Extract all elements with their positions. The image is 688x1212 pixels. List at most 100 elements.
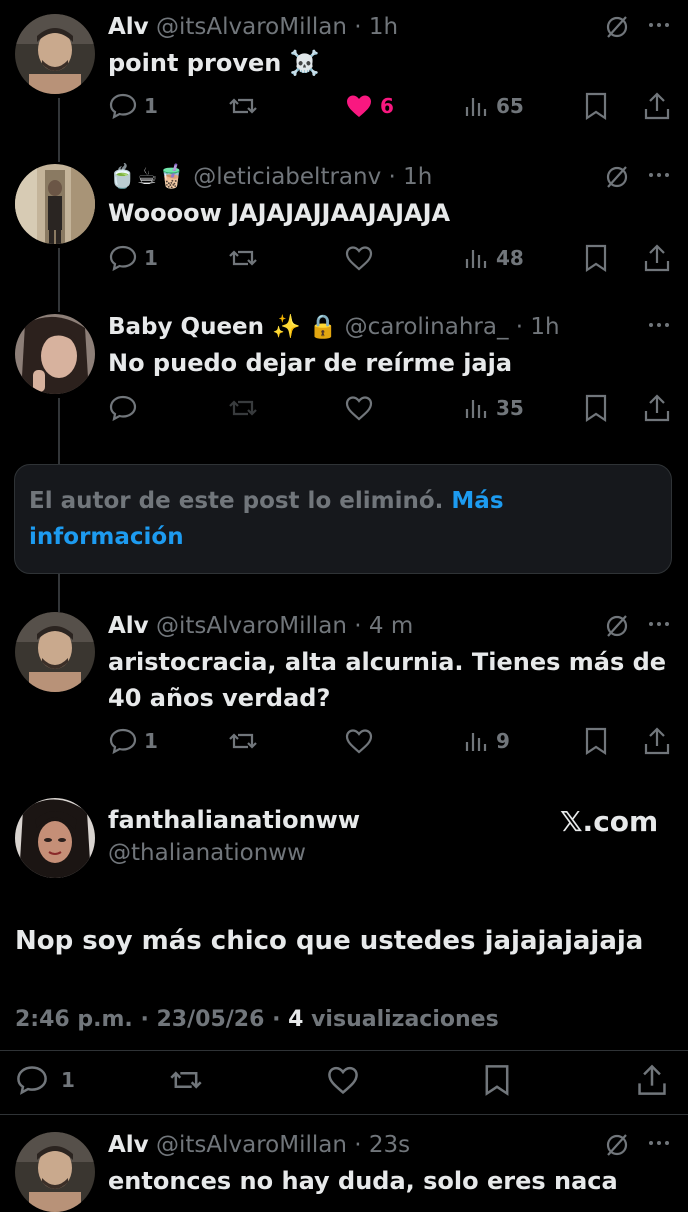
author-handle[interactable]: @itsAlvaroMillan [156,613,347,639]
post-time[interactable]: 23s [369,1132,410,1158]
reply-button[interactable]: 1 [108,238,158,278]
like-button[interactable]: 6 [344,86,394,126]
more-icon[interactable] [646,611,672,641]
post-date[interactable]: 23/05/26 [156,1007,264,1032]
post-time[interactable]: 1h [530,314,559,340]
bookmark-button[interactable] [481,1060,513,1100]
separator-dot: · [354,613,362,639]
avatar[interactable] [15,14,95,94]
avatar[interactable] [15,798,95,878]
post-time[interactable]: 4 m [369,613,413,639]
reply-button[interactable]: 1 [108,721,158,761]
author-handle[interactable]: @itsAlvaroMillan [156,1132,347,1158]
reply-text-line1: aristocracia, alta alcurnia. Tienes más … [108,648,667,676]
main-action-bar: 1 [15,1060,675,1100]
bookmark-button[interactable] [582,721,610,761]
repost-button[interactable] [228,86,258,126]
deleted-post-notice: El autor de este post lo eliminó. Más in… [14,464,672,574]
like-button[interactable] [344,388,374,428]
author-name[interactable]: Baby Queen ✨ 🔒 [108,314,337,340]
avatar[interactable] [15,612,95,692]
more-icon[interactable] [646,312,672,342]
bookmark-button[interactable] [582,238,610,278]
views-button[interactable]: 35 [462,388,524,428]
thread-line [58,248,60,312]
reply-header: Alv @itsAlvaroMillan · 23s [108,1130,410,1160]
repost-icon [229,733,257,749]
views-icon [465,400,487,418]
reply-text: entonces no hay duda, solo eres naca [108,1167,618,1195]
avatar[interactable] [15,164,95,244]
repost-icon [229,400,257,416]
views-button[interactable]: 9 [462,721,510,761]
post-time[interactable]: 2:46 p.m. [15,1007,133,1032]
reply-header: 🍵☕🧋 @leticiabeltranv · 1h [108,162,432,192]
author-name[interactable]: Alv [108,1132,149,1158]
views-button[interactable]: 48 [462,238,524,278]
post-time[interactable]: 1h [369,14,398,40]
author-handle[interactable]: @itsAlvaroMillan [156,14,347,40]
views-icon [465,733,487,751]
reply-count: 1 [144,729,158,753]
author-handle[interactable]: @leticiabeltranv [193,164,381,190]
thread-line [58,574,60,612]
bookmark-icon [485,1065,509,1096]
more-icon[interactable] [646,12,672,42]
like-button[interactable] [344,238,374,278]
reply-header: Alv @itsAlvaroMillan · 4 m [108,611,413,641]
repost-button[interactable] [228,238,258,278]
repost-button[interactable] [169,1060,203,1100]
avatar[interactable] [15,314,95,394]
avatar[interactable] [15,1132,95,1212]
grok-icon[interactable] [604,14,630,44]
post-time[interactable]: 1h [403,164,432,190]
grok-icon[interactable] [604,164,630,194]
grok-icon[interactable] [604,1132,630,1162]
share-button[interactable] [642,86,672,126]
main-post-text: Nop soy más chico que ustedes jajajajaja… [15,926,644,956]
like-button[interactable] [344,721,374,761]
bookmark-button[interactable] [582,388,610,428]
bookmark-button[interactable] [582,86,610,126]
share-icon [638,1064,666,1095]
share-button[interactable] [635,1060,669,1100]
heart-icon [345,396,373,421]
share-icon [644,727,670,755]
heart-icon [345,729,373,754]
like-count: 6 [380,94,394,118]
heart-icon [328,1066,358,1095]
author-name[interactable]: 🍵☕🧋 [108,164,186,190]
more-icon[interactable] [646,162,672,192]
main-author-name[interactable]: fanthalianationww [108,806,360,834]
share-icon [644,92,670,120]
more-icon[interactable] [646,1130,672,1160]
repost-icon [229,98,257,114]
repost-icon [170,1071,202,1089]
author-name[interactable]: Alv [108,14,149,40]
views-button[interactable]: 65 [462,86,524,126]
like-button[interactable] [326,1060,360,1100]
repost-button[interactable] [228,721,258,761]
bookmark-icon [585,727,607,756]
reply-button[interactable]: 1 [108,86,158,126]
repost-button[interactable] [228,388,258,428]
separator-dot: · [272,1007,281,1032]
grok-icon[interactable] [604,613,630,643]
share-button[interactable] [642,238,672,278]
deleted-notice-text: El autor de este post lo eliminó. [29,488,444,514]
reply-button[interactable] [108,388,138,428]
bookmark-icon [585,92,607,121]
action-bar: 35 [108,388,678,428]
views-count: 9 [496,729,510,753]
reply-button[interactable]: 1 [15,1060,75,1100]
share-button[interactable] [642,388,672,428]
divider [0,1114,688,1115]
author-name[interactable]: Alv [108,613,149,639]
action-bar: 1 9 [108,721,678,761]
separator-dot: · [354,14,362,40]
main-author-handle[interactable]: @thalianationww [108,840,306,866]
heart-icon [345,246,373,271]
share-button[interactable] [642,721,672,761]
author-handle[interactable]: @carolinahra_ [345,314,509,340]
bookmark-icon [585,394,607,423]
